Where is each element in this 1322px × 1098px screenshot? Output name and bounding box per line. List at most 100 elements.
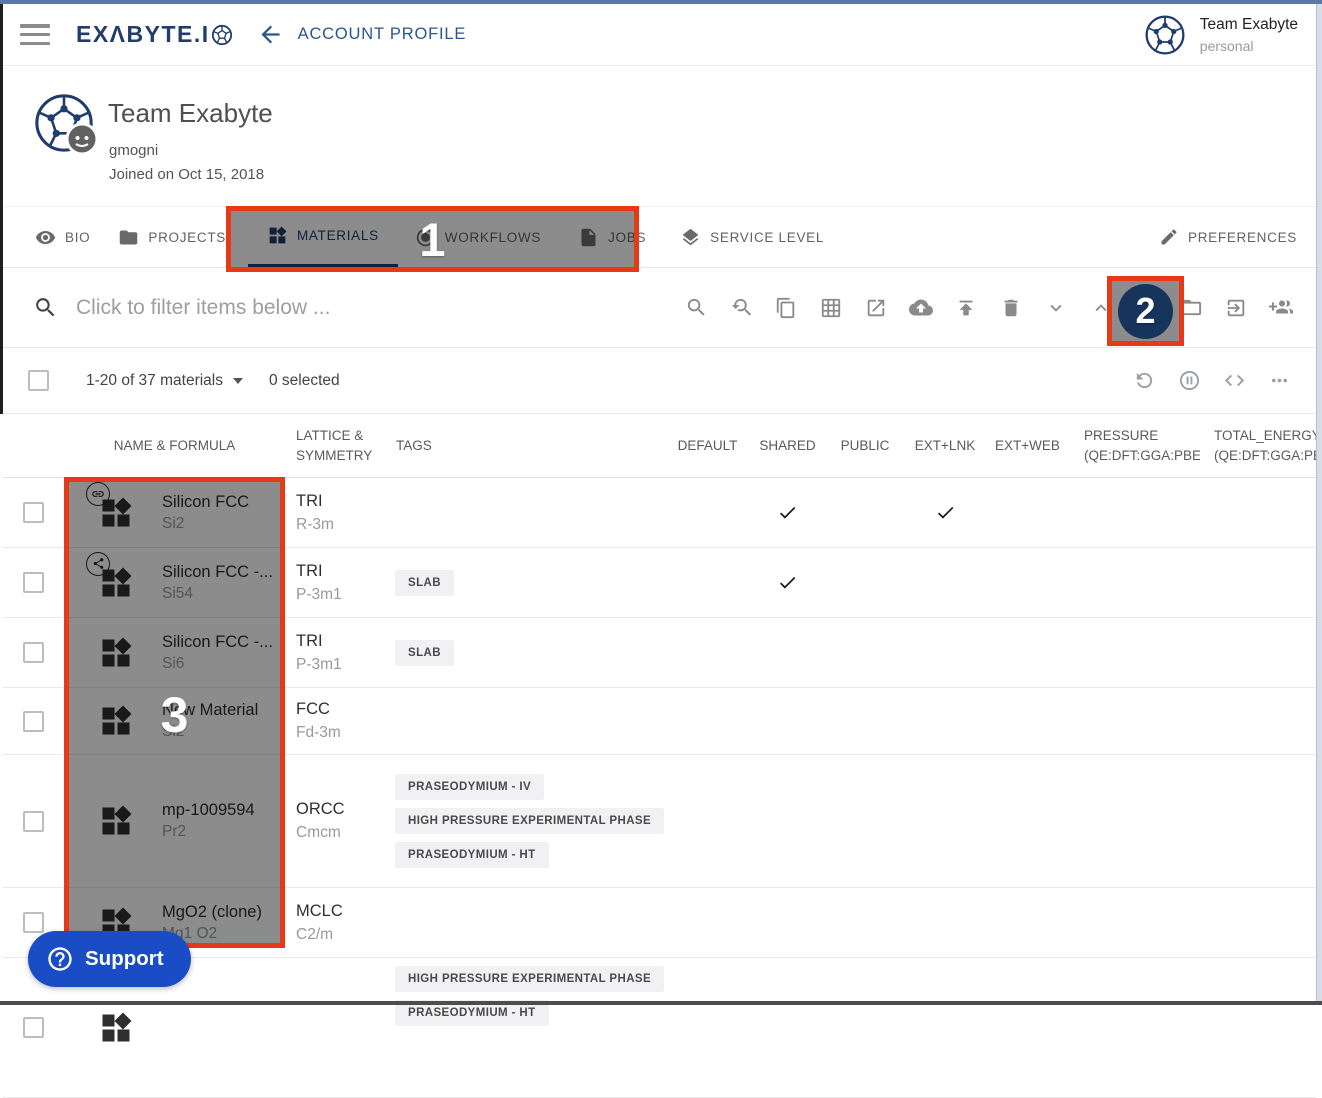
header-user-type: personal (1200, 38, 1298, 54)
checkmark-icon (777, 502, 798, 523)
annotation-box-2: 2 (1107, 276, 1184, 346)
tag-pill: SLAB (395, 640, 454, 666)
symmetry-group: P-3m1 (296, 586, 342, 604)
row-checkbox[interactable] (23, 642, 44, 663)
annotation-circle-2: 2 (1118, 284, 1173, 339)
open-in-new-icon[interactable] (864, 296, 888, 320)
materials-toolbar (684, 296, 1293, 320)
column-header-tags[interactable]: TAGS (385, 414, 665, 477)
column-header-name[interactable]: NAME & FORMULA (64, 414, 285, 477)
app-header: EXΛBYTE.I ACCOUNT PROFILE Team Exabyte p… (3, 4, 1316, 66)
cell-tags (385, 478, 665, 547)
cloud-upload-icon[interactable] (909, 296, 933, 320)
cell-ext_web (985, 755, 1070, 887)
layers-icon (680, 227, 701, 248)
profile-name: Team Exabyte (108, 98, 273, 129)
row-checkbox-cell (3, 618, 64, 687)
pagination-range-dropdown[interactable]: 1-20 of 37 materials (86, 372, 243, 390)
checkmark-icon (935, 502, 956, 523)
cell-default (665, 618, 750, 687)
code-icon[interactable] (1223, 369, 1246, 392)
cell-shared (750, 548, 825, 617)
group-add-icon[interactable] (1269, 296, 1293, 320)
material-widgets-icon (98, 1010, 134, 1046)
tab-bio-label: BIO (65, 230, 90, 245)
search-history-icon[interactable] (729, 296, 753, 320)
annotation-number-1: 1 (419, 212, 445, 267)
logo-ball-icon (211, 24, 233, 46)
row-checkbox[interactable] (23, 502, 44, 523)
tag-pill: HIGH PRESSURE EXPERIMENTAL PHASE (395, 966, 664, 992)
cell-ext_lnk (905, 688, 985, 754)
cell-tags: SLAB (385, 618, 665, 687)
lattice-type: ORCC (296, 800, 345, 819)
row-checkbox[interactable] (23, 711, 44, 732)
column-header-pressure[interactable]: PRESSURE(QE:DFT:GGA:PBE) (1070, 414, 1200, 477)
cell-shared (750, 958, 825, 1097)
tab-preferences[interactable]: PREFERENCES (1159, 207, 1297, 267)
cell-total-energy (1200, 478, 1316, 547)
row-checkbox[interactable] (23, 811, 44, 832)
symmetry-group: P-3m1 (296, 656, 342, 674)
profile-joined-date: Joined on Oct 15, 2018 (109, 166, 264, 183)
more-horiz-icon[interactable] (1268, 369, 1291, 392)
cell-public (825, 888, 905, 957)
page-title: ACCOUNT PROFILE (298, 25, 466, 44)
search-icon[interactable] (684, 296, 708, 320)
refresh-icon[interactable] (1133, 369, 1156, 392)
menu-icon[interactable] (20, 24, 50, 45)
exit-to-app-icon[interactable] (1224, 296, 1248, 320)
tag-pill: PRASEODYMIUM - HT (395, 842, 549, 868)
selection-bar: 1-20 of 37 materials 0 selected (3, 348, 1316, 414)
column-header-ext_web[interactable]: EXT+WEB (985, 414, 1070, 477)
logo-text: EXΛBYTE.I (76, 21, 210, 48)
pencil-icon (1159, 227, 1179, 247)
upload-icon[interactable] (954, 296, 978, 320)
cell-shared (750, 888, 825, 957)
cell-public (825, 958, 905, 1097)
select-all-checkbox[interactable] (28, 370, 49, 391)
row-checkbox[interactable] (23, 572, 44, 593)
grid-icon[interactable] (819, 296, 843, 320)
cell-public (825, 618, 905, 687)
cell-ext_lnk (905, 548, 985, 617)
support-label: Support (85, 947, 164, 971)
column-header-shared[interactable]: SHARED (750, 414, 825, 477)
account-switcher[interactable]: Team Exabyte personal (1144, 14, 1298, 56)
column-header-total_energy[interactable]: TOTAL_ENERGY(QE:DFT:GGA:PBE) (1200, 414, 1316, 477)
copy-icon[interactable] (774, 296, 798, 320)
cell-pressure (1070, 755, 1200, 887)
cell-shared (750, 618, 825, 687)
exabyte-logo[interactable]: EXΛBYTE.I (76, 21, 233, 48)
tab-projects[interactable]: PROJECTS (118, 207, 226, 267)
annotation-number-3: 3 (69, 686, 280, 744)
cell-total-energy (1200, 618, 1316, 687)
column-header-default[interactable]: DEFAULT (665, 414, 750, 477)
delete-icon[interactable] (999, 296, 1023, 320)
row-checkbox-cell (3, 688, 64, 754)
cell-ext_lnk (905, 958, 985, 1097)
cell-pressure (1070, 888, 1200, 957)
filter-input[interactable] (76, 296, 596, 320)
checkmark-icon (777, 572, 798, 593)
lattice-type: MCLC (296, 902, 343, 921)
cell-default (665, 755, 750, 887)
cell-ext_lnk (905, 618, 985, 687)
pause-circle-icon[interactable] (1178, 369, 1201, 392)
profile-tabs: BIO PROJECTS MATERIALS WORKFLOWS JOBS SE… (3, 206, 1316, 268)
support-button[interactable]: Support (28, 931, 191, 987)
column-header-ext_lnk[interactable]: EXT+LNK (905, 414, 985, 477)
tab-bio[interactable]: BIO (35, 207, 90, 267)
row-checkbox[interactable] (23, 1017, 44, 1038)
row-checkbox[interactable] (23, 912, 44, 933)
tab-service-level[interactable]: SERVICE LEVEL (680, 207, 824, 267)
column-header-public[interactable]: PUBLIC (825, 414, 905, 477)
back-arrow-icon[interactable] (257, 21, 284, 48)
column-header-lattice[interactable]: LATTICE &SYMMETRY (285, 414, 385, 477)
cell-default (665, 888, 750, 957)
chevron-down-icon[interactable] (1044, 296, 1068, 320)
cell-lattice-symmetry: MCLC C2/m (285, 888, 385, 957)
table-header-row: NAME & FORMULALATTICE &SYMMETRYTAGSDEFAU… (3, 414, 1316, 478)
cell-tags (385, 688, 665, 754)
cell-pressure (1070, 618, 1200, 687)
